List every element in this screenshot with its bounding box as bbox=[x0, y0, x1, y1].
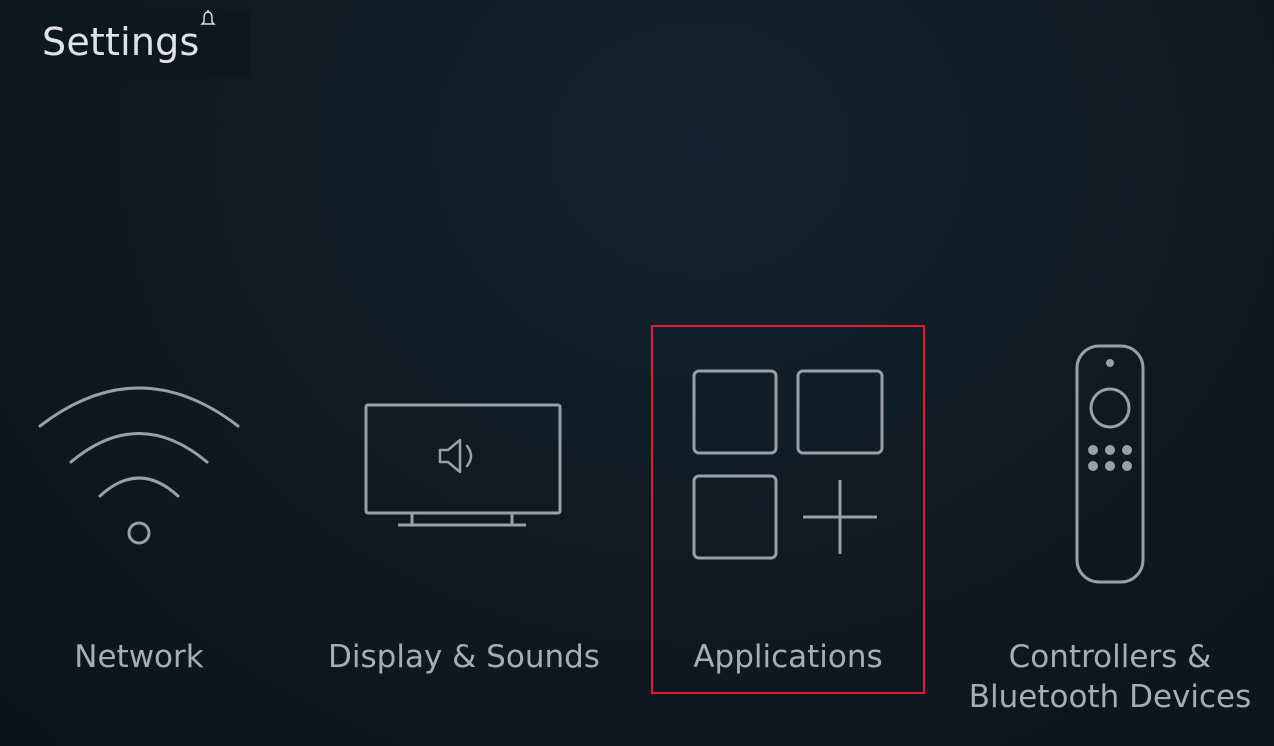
tile-display-sounds[interactable]: Display & Sounds bbox=[320, 330, 608, 710]
tv-speaker-icon bbox=[364, 403, 562, 527]
tile-label-display: Display & Sounds bbox=[328, 639, 600, 675]
remote-control-icon bbox=[1075, 344, 1145, 584]
bell-icon[interactable] bbox=[200, 10, 216, 28]
wifi-icon bbox=[38, 386, 240, 545]
tile-applications[interactable]: Applications bbox=[651, 325, 925, 694]
tile-label-controllers-line1: Controllers & bbox=[1008, 639, 1212, 675]
tile-network[interactable]: Network bbox=[30, 330, 248, 710]
header-bar: Settings bbox=[30, 10, 250, 78]
apps-grid-plus-icon bbox=[692, 369, 884, 560]
tile-label-controllers-line2: Bluetooth Devices bbox=[968, 679, 1252, 715]
tile-label-network: Network bbox=[74, 639, 204, 675]
page-title: Settings bbox=[42, 20, 200, 64]
tile-controllers-bluetooth[interactable]: Controllers & Bluetooth Devices bbox=[960, 330, 1260, 715]
tile-label-applications: Applications bbox=[693, 639, 883, 675]
